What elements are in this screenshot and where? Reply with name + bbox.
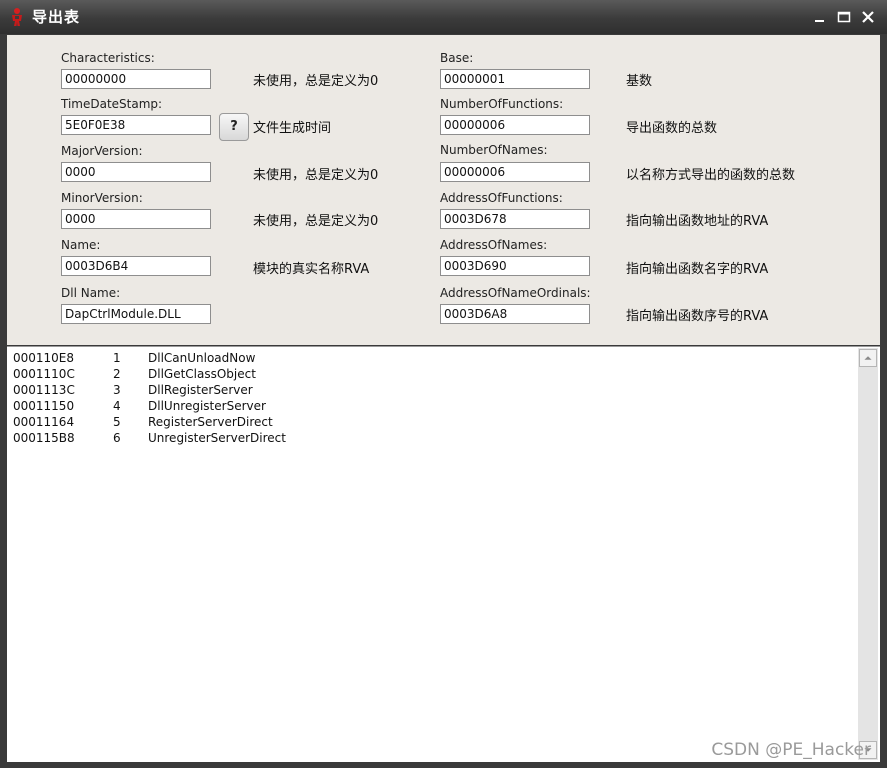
addressoffunctions-label: AddressOfFunctions: [440,191,563,205]
characteristics-desc: 未使用，总是定义为0 [253,74,379,89]
numberoffunctions-label: NumberOfFunctions: [440,97,564,111]
exports-list[interactable]: 000110E8 1 DllCanUnloadNow 0001110C 2 Dl… [7,346,880,762]
name-label: Name: [61,238,101,252]
export-ordinal: 5 [113,415,121,429]
numberoffunctions-desc: 导出函数的总数 [626,121,718,136]
addressofnames-field[interactable]: 0003D690 [440,256,590,276]
addressofnameordinals-field[interactable]: 0003D6A8 [440,304,590,324]
numberofnames-label: NumberOfNames: [440,143,548,157]
export-name: DllRegisterServer [148,383,253,397]
scroll-up-icon[interactable] [859,349,877,367]
export-name: DllCanUnloadNow [148,351,256,365]
numberofnames-field[interactable]: 00000006 [440,162,590,182]
majorversion-field[interactable]: 0000 [61,162,211,182]
numberoffunctions-field[interactable]: 00000006 [440,115,590,135]
timedatestamp-desc: 文件生成时间 [253,121,332,136]
minorversion-field[interactable]: 0000 [61,209,211,229]
maximize-icon[interactable] [836,9,852,25]
minorversion-desc: 未使用，总是定义为0 [253,214,379,229]
name-desc: 模块的真实名称RVA [253,262,370,277]
addressofnames-label: AddressOfNames: [440,238,548,252]
export-ordinal: 4 [113,399,121,413]
export-table-window: 导出表 Characteristics: 00000000 未使用，总是定义为0… [0,0,887,768]
vertical-scrollbar[interactable] [858,348,878,760]
export-name: DllUnregisterServer [148,399,266,413]
export-rva: 0001110C [13,367,75,381]
export-rva: 0001113C [13,383,75,397]
export-ordinal: 1 [113,351,121,365]
help-button[interactable]: ? [219,113,249,141]
export-name: RegisterServerDirect [148,415,273,429]
timedatestamp-label: TimeDateStamp: [61,97,163,111]
characteristics-label: Characteristics: [61,51,155,65]
export-rva: 000110E8 [13,351,75,365]
minorversion-label: MinorVersion: [61,191,143,205]
base-field[interactable]: 00000001 [440,69,590,89]
addressoffunctions-desc: 指向输出函数地址的RVA [626,214,769,229]
export-rva: 00011150 [13,399,75,413]
export-rva: 000115B8 [13,431,75,445]
minimize-icon[interactable] [812,9,828,25]
characteristics-field[interactable]: 00000000 [61,69,211,89]
window-title: 导出表 [32,8,81,26]
majorversion-label: MajorVersion: [61,144,143,158]
timedatestamp-field[interactable]: 5E0F0E38 [61,115,211,135]
close-icon[interactable] [860,9,876,25]
export-ordinal: 6 [113,431,121,445]
export-directory-panel: Characteristics: 00000000 未使用，总是定义为0 Tim… [7,35,880,345]
export-name: UnregisterServerDirect [148,431,286,445]
title-bar[interactable]: 导出表 [0,0,887,34]
majorversion-desc: 未使用，总是定义为0 [253,168,379,183]
export-ordinal: 3 [113,383,121,397]
red-figure-icon [12,8,22,26]
numberofnames-desc: 以名称方式导出的函数的总数 [626,168,796,183]
watermark: CSDN @PE_Hacker [711,740,871,760]
base-desc: 基数 [626,74,653,89]
export-rva: 00011164 [13,415,75,429]
export-name: DllGetClassObject [148,367,256,381]
addressofnameordinals-desc: 指向输出函数序号的RVA [626,309,769,324]
dll-name-field[interactable]: DapCtrlModule.DLL [61,304,211,324]
addressofnames-desc: 指向输出函数名字的RVA [626,262,769,277]
addressoffunctions-field[interactable]: 0003D678 [440,209,590,229]
export-ordinal: 2 [113,367,121,381]
name-field[interactable]: 0003D6B4 [61,256,211,276]
dll-name-label: Dll Name: [61,286,121,300]
addressofnameordinals-label: AddressOfNameOrdinals: [440,286,591,300]
base-label: Base: [440,51,474,65]
